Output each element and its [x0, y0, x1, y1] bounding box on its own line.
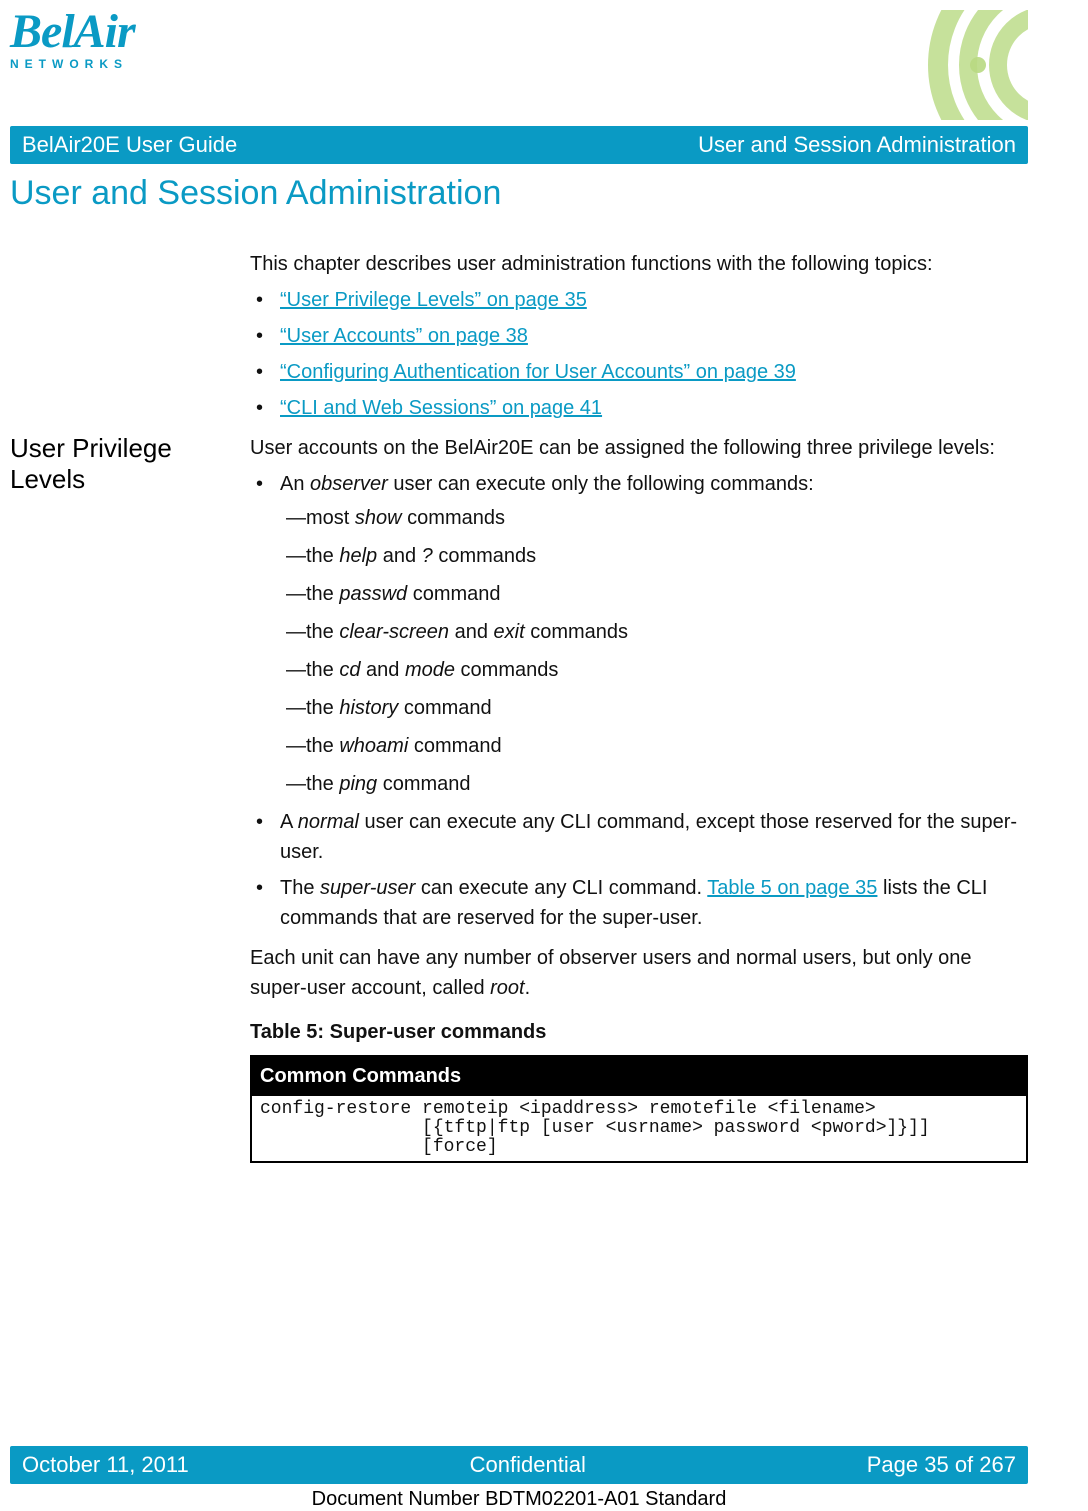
- page-title: User and Session Administration: [10, 174, 1028, 213]
- logo-text-air: Air: [74, 5, 135, 58]
- footer-docnum: Document Number BDTM02201-A01 Standard: [10, 1488, 1028, 1511]
- list-item: the ping command: [280, 769, 1028, 799]
- guide-title: BelAir20E User Guide: [22, 132, 237, 158]
- toc-link-privilege[interactable]: “User Privilege Levels” on page 35: [280, 289, 587, 311]
- commands-table: Common Commands config-restore remoteip …: [250, 1055, 1028, 1163]
- list-item: the clear-screen and exit commands: [280, 617, 1028, 647]
- section-heading: User Privilege Levels: [10, 433, 240, 1163]
- list-item: the passwd command: [280, 579, 1028, 609]
- footer-date: October 11, 2011: [22, 1452, 189, 1478]
- list-item: A normal user can execute any CLI comman…: [250, 807, 1028, 867]
- list-item: the help and ? commands: [280, 541, 1028, 571]
- footer-confidential: Confidential: [470, 1452, 586, 1478]
- list-item: the cd and mode commands: [280, 655, 1028, 685]
- decorative-graphic-icon: [898, 10, 1028, 120]
- table-cell: config-restore remoteip <ipaddress> remo…: [251, 1096, 1027, 1162]
- footer-page: Page 35 of 267: [867, 1452, 1016, 1478]
- list-item: the history command: [280, 693, 1028, 723]
- table-link[interactable]: Table 5 on page 35: [707, 877, 877, 899]
- after-para: Each unit can have any number of observe…: [250, 943, 1028, 1003]
- intro-para: This chapter describes user administrati…: [250, 249, 1028, 279]
- toc-list: “User Privilege Levels” on page 35 “User…: [250, 285, 1028, 423]
- toc-link-accounts[interactable]: “User Accounts” on page 38: [280, 325, 528, 347]
- list-item: The super-user can execute any CLI comma…: [250, 873, 1028, 933]
- logo-text-bel: Bel: [10, 5, 74, 58]
- logo: BelAir NETWORKS: [10, 10, 190, 110]
- header: BelAir NETWORKS: [10, 10, 1028, 120]
- logo-subtext: NETWORKS: [10, 57, 190, 71]
- toc-link-auth[interactable]: “Configuring Authentication for User Acc…: [280, 361, 796, 383]
- section-lead: User accounts on the BelAir20E can be as…: [250, 433, 1028, 463]
- table-title: Table 5: Super-user commands: [250, 1017, 1028, 1047]
- list-item: the whoami command: [280, 731, 1028, 761]
- topbar: BelAir20E User Guide User and Session Ad…: [10, 126, 1028, 164]
- list-item: An observer user can execute only the fo…: [250, 469, 1028, 799]
- section-crumb: User and Session Administration: [698, 132, 1016, 158]
- list-item: most show commands: [280, 503, 1028, 533]
- table-header: Common Commands: [251, 1056, 1027, 1096]
- toc-link-sessions[interactable]: “CLI and Web Sessions” on page 41: [280, 397, 602, 419]
- footer: October 11, 2011 Confidential Page 35 of…: [10, 1446, 1028, 1511]
